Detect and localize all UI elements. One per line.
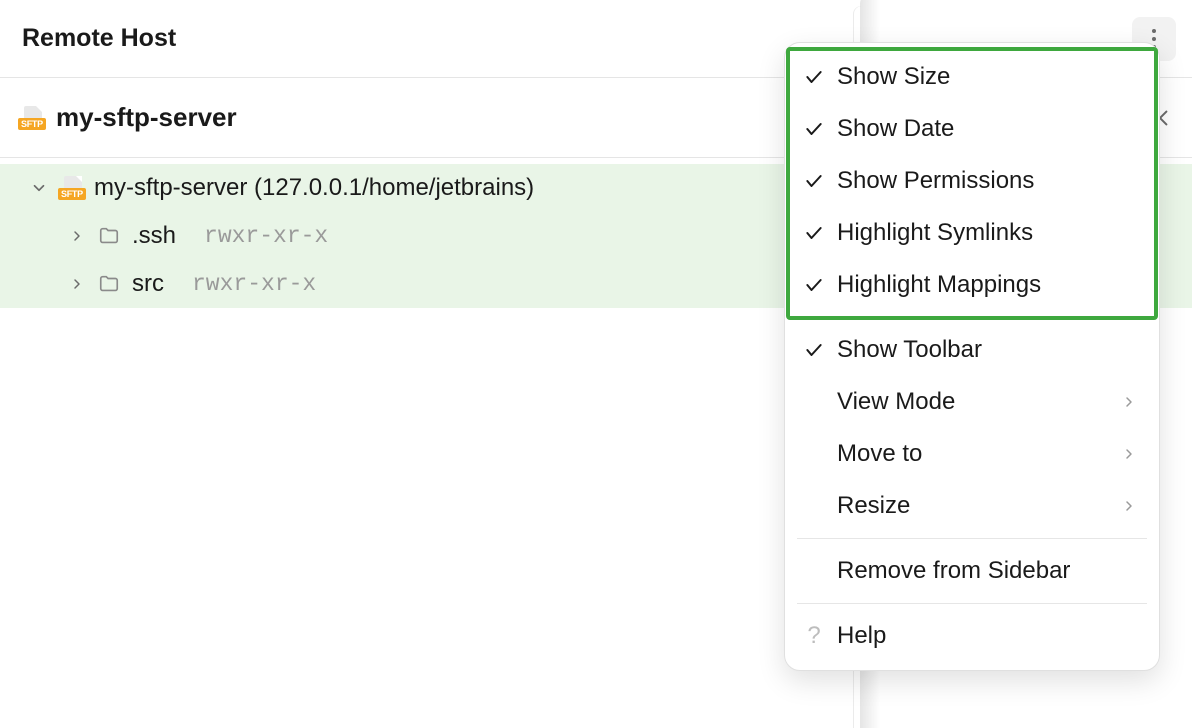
menu-label: Show Size: [837, 63, 1137, 91]
tree-item-name: .ssh: [132, 222, 176, 250]
chevron-right-icon: [1121, 446, 1137, 462]
menu-label: Show Date: [837, 115, 1137, 143]
panel-title: Remote Host: [22, 24, 176, 53]
check-icon: [799, 340, 829, 360]
chevron-right-icon: [1121, 498, 1137, 514]
tree-toggle[interactable]: [28, 177, 50, 199]
menu-item-view-mode[interactable]: View Mode: [785, 376, 1159, 428]
menu-separator: [797, 603, 1147, 604]
menu-label: Show Permissions: [837, 167, 1137, 195]
menu-item-move-to[interactable]: Move to: [785, 428, 1159, 480]
menu-item-highlight-symlinks[interactable]: Highlight Symlinks: [785, 207, 1159, 259]
check-icon: [799, 275, 829, 295]
menu-label: Highlight Mappings: [837, 271, 1137, 299]
menu-item-show-permissions[interactable]: Show Permissions: [785, 155, 1159, 207]
tree-toggle[interactable]: [66, 273, 88, 295]
help-icon: ?: [799, 622, 829, 650]
tree-item-perms: rwxr-xr-x: [192, 271, 316, 297]
sftp-icon: SFTP: [58, 176, 86, 200]
menu-label: Move to: [837, 440, 1113, 468]
menu-label: View Mode: [837, 388, 1113, 416]
menu-item-show-date[interactable]: Show Date: [785, 103, 1159, 155]
chevron-right-icon: [69, 228, 85, 244]
menu-item-resize[interactable]: Resize: [785, 480, 1159, 532]
menu-item-remove-from-sidebar[interactable]: Remove from Sidebar: [785, 545, 1159, 597]
chevron-right-icon: [69, 276, 85, 292]
folder-icon: [96, 225, 122, 247]
check-icon: [799, 223, 829, 243]
folder-icon: [96, 273, 122, 295]
check-icon: [799, 119, 829, 139]
menu-item-highlight-mappings[interactable]: Highlight Mappings: [785, 259, 1159, 311]
server-name: my-sftp-server: [56, 102, 237, 133]
chevron-right-icon: [1121, 394, 1137, 410]
menu-separator: [797, 538, 1147, 539]
menu-item-show-toolbar[interactable]: Show Toolbar: [785, 324, 1159, 376]
menu-label: Help: [837, 622, 1137, 650]
menu-label: Remove from Sidebar: [837, 557, 1137, 585]
menu-separator: [797, 317, 1147, 318]
menu-label: Resize: [837, 492, 1113, 520]
menu-label: Show Toolbar: [837, 336, 1137, 364]
sftp-icon: SFTP: [18, 106, 46, 130]
tree-root-label: my-sftp-server (127.0.0.1/home/jetbrains…: [94, 174, 534, 202]
menu-item-show-size[interactable]: Show Size: [785, 51, 1159, 103]
menu-label: Highlight Symlinks: [837, 219, 1137, 247]
menu-item-help[interactable]: ? Help: [785, 610, 1159, 662]
check-icon: [799, 67, 829, 87]
options-popup: Show Size Show Date Show Permissions Hig…: [784, 42, 1160, 671]
server-selector[interactable]: SFTP my-sftp-server: [18, 102, 904, 133]
tree-item-perms: rwxr-xr-x: [204, 223, 328, 249]
tree-toggle[interactable]: [66, 225, 88, 247]
check-icon: [799, 171, 829, 191]
chevron-down-icon: [30, 179, 48, 197]
tree-item-name: src: [132, 270, 164, 298]
